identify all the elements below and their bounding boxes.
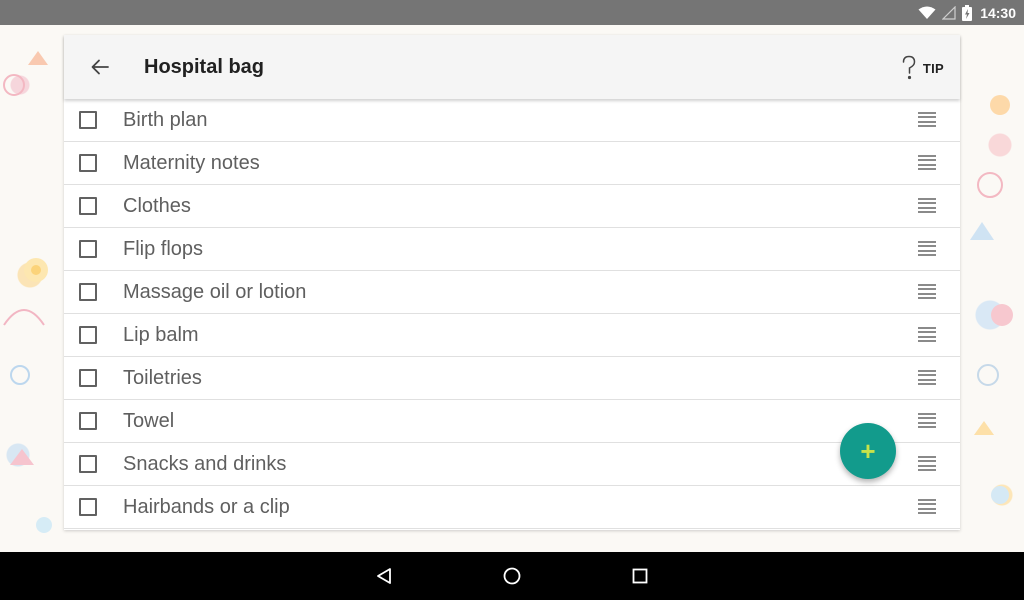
item-label: Birth plan	[123, 109, 208, 131]
item-checkbox[interactable]	[79, 326, 97, 344]
item-checkbox[interactable]	[79, 111, 97, 129]
list-item[interactable]: Maternity notes	[64, 142, 960, 185]
battery-icon	[962, 4, 973, 21]
drag-handle-icon[interactable]	[918, 370, 936, 385]
item-label: Maternity notes	[123, 152, 260, 174]
plus-icon: +	[860, 435, 876, 466]
add-item-button[interactable]: +	[840, 423, 896, 479]
floral-pattern-left	[3, 51, 52, 533]
item-label: Hairbands or a clip	[123, 496, 290, 518]
page-title: Hospital bag	[144, 56, 265, 78]
item-label: Massage oil or lotion	[123, 281, 307, 303]
drag-handle-icon[interactable]	[918, 112, 936, 127]
item-checkbox[interactable]	[79, 498, 97, 516]
item-label: Flip flops	[123, 238, 204, 260]
drag-handle-icon[interactable]	[918, 413, 936, 428]
drag-handle-icon[interactable]	[918, 198, 936, 213]
home-circle-icon	[503, 567, 521, 585]
nav-back-button[interactable]	[372, 564, 396, 588]
list-item[interactable]: Snacks and drinks	[64, 443, 960, 486]
nav-home-button[interactable]	[500, 564, 524, 588]
list-item[interactable]: Flip flops	[64, 228, 960, 271]
drag-handle-icon[interactable]	[918, 456, 936, 471]
status-bar: 14:30	[0, 0, 1024, 25]
item-checkbox[interactable]	[79, 412, 97, 430]
drag-handle-icon[interactable]	[918, 284, 936, 299]
item-checkbox[interactable]	[79, 283, 97, 301]
drag-handle-icon[interactable]	[918, 499, 936, 514]
item-label: Towel	[123, 410, 175, 432]
item-label: Toiletries	[123, 367, 202, 389]
item-checkbox[interactable]	[79, 154, 97, 172]
list-item[interactable]: Lip balm	[64, 314, 960, 357]
tip-button[interactable]: TIP	[901, 54, 944, 82]
item-checkbox[interactable]	[79, 240, 97, 258]
item-label: Clothes	[123, 195, 191, 217]
nav-recents-button[interactable]	[628, 564, 652, 588]
arrow-left-icon	[91, 59, 109, 75]
tip-label: TIP	[922, 60, 944, 76]
item-label: Snacks and drinks	[123, 453, 287, 475]
navigation-bar	[0, 552, 1024, 600]
question-icon	[902, 55, 916, 80]
item-checkbox[interactable]	[79, 197, 97, 215]
checklist-card: Hospital bag TIP Birth plan Maternity no…	[64, 35, 960, 530]
item-label: Lip balm	[123, 324, 199, 346]
drag-handle-icon[interactable]	[918, 327, 936, 342]
list-item[interactable]: Toiletries	[64, 357, 960, 400]
list-item[interactable]: Hairbands or a clip	[64, 486, 960, 529]
wifi-icon	[918, 6, 936, 19]
toolbar: Hospital bag TIP	[64, 35, 960, 99]
item-checkbox[interactable]	[79, 369, 97, 387]
item-checkbox[interactable]	[79, 455, 97, 473]
list-item[interactable]: Massage oil or lotion	[64, 271, 960, 314]
list-item[interactable]: Clothes	[64, 185, 960, 228]
status-time: 14:30	[980, 4, 1016, 21]
list-item[interactable]: Birth plan	[64, 99, 960, 142]
drag-handle-icon[interactable]	[918, 155, 936, 170]
back-button[interactable]	[84, 51, 116, 83]
list-item[interactable]: Towel	[64, 400, 960, 443]
back-triangle-icon	[377, 568, 391, 584]
signal-icon	[942, 5, 956, 20]
recents-square-icon	[632, 568, 648, 584]
floral-pattern-right	[970, 95, 1013, 504]
checklist: Birth plan Maternity notes Clothes Flip …	[64, 99, 960, 529]
drag-handle-icon[interactable]	[918, 241, 936, 256]
